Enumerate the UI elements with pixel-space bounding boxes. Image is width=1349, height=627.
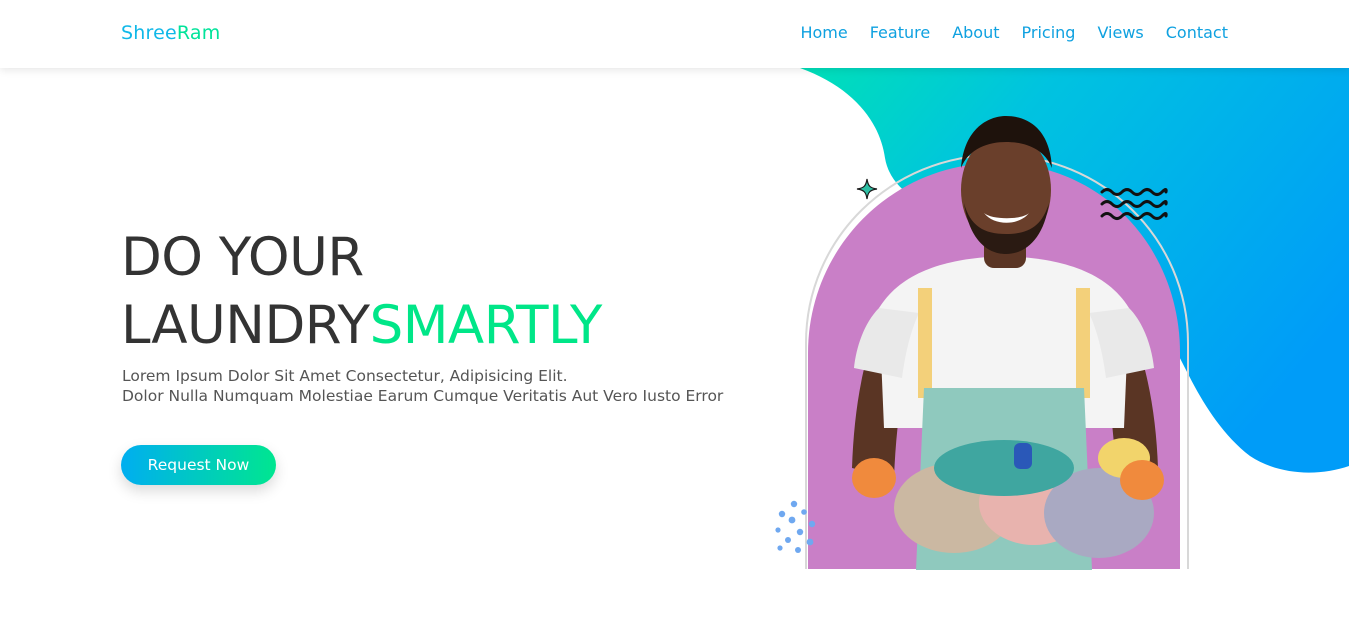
hero-description: Lorem Ipsum Dolor Sit Amet Consectetur, … — [122, 366, 762, 406]
logo-part-shree: Shree — [121, 22, 177, 44]
nav-home[interactable]: Home — [800, 21, 847, 45]
hero-illustration — [760, 68, 1349, 588]
sparkle-icon — [856, 178, 878, 200]
brand-logo[interactable]: ShreeRam — [121, 21, 220, 45]
request-now-button[interactable]: Request Now — [121, 445, 276, 485]
nav-pricing[interactable]: Pricing — [1022, 21, 1076, 45]
nav-about[interactable]: About — [952, 21, 999, 45]
hero-title: DO YOUR LAUNDRYSMARTLY — [121, 224, 602, 360]
dots-cluster-icon — [775, 500, 816, 553]
hero-title-line1: DO YOUR — [121, 227, 364, 288]
nav-contact[interactable]: Contact — [1166, 21, 1228, 45]
hero-description-line1: Lorem Ipsum Dolor Sit Amet Consectetur, … — [122, 367, 568, 385]
main-nav: Home Feature About Pricing Views Contact — [800, 21, 1228, 45]
zigzag-waves-icon — [1100, 188, 1168, 220]
hero-description-line2: Dolor Nulla Numquam Molestiae Earum Cumq… — [122, 387, 724, 405]
logo-part-ram: Ram — [176, 22, 221, 44]
person-with-laundry-image — [852, 116, 1164, 570]
hero-title-line2: LAUNDRYSMARTLY — [121, 292, 602, 360]
hero-title-laundry: LAUNDRY — [121, 295, 370, 356]
hero-title-smartly: SMARTLY — [369, 295, 603, 356]
site-header: ShreeRam Home Feature About Pricing View… — [0, 0, 1349, 68]
nav-views[interactable]: Views — [1097, 21, 1143, 45]
nav-feature[interactable]: Feature — [870, 21, 930, 45]
